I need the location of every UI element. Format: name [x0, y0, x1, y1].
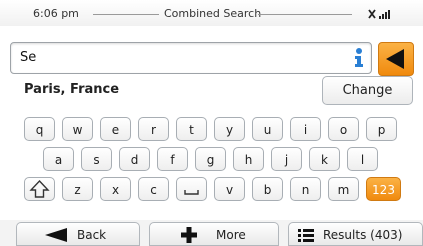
more-label: More	[216, 228, 246, 242]
list-icon	[298, 229, 314, 242]
search-input[interactable]: Se	[10, 42, 372, 74]
key-i[interactable]: i	[290, 117, 321, 141]
key-s[interactable]: s	[81, 147, 112, 171]
key-c[interactable]: c	[138, 177, 169, 201]
key-v[interactable]: v	[214, 177, 245, 201]
back-arrow-icon	[45, 228, 67, 242]
status-divider-left	[93, 14, 159, 15]
key-g[interactable]: g	[195, 147, 226, 171]
key-e[interactable]: e	[100, 117, 131, 141]
key-a[interactable]: a	[43, 147, 74, 171]
space-key[interactable]	[176, 177, 207, 201]
satellite-signal-icon	[368, 9, 390, 19]
back-button[interactable]: Back	[16, 222, 140, 246]
key-p[interactable]: p	[366, 117, 397, 141]
key-n[interactable]: n	[290, 177, 321, 201]
results-button[interactable]: Results (403)	[288, 222, 423, 246]
key-l[interactable]: l	[347, 147, 378, 171]
info-person-icon[interactable]	[349, 47, 369, 69]
key-h[interactable]: h	[233, 147, 264, 171]
key-u[interactable]: u	[252, 117, 283, 141]
space-bar-icon	[184, 190, 199, 195]
backspace-button[interactable]	[378, 42, 414, 76]
key-k[interactable]: k	[309, 147, 340, 171]
shift-arrow-icon	[29, 179, 50, 198]
key-w[interactable]: w	[62, 117, 93, 141]
key-q[interactable]: q	[24, 117, 55, 141]
key-m[interactable]: m	[328, 177, 359, 201]
key-f[interactable]: f	[157, 147, 188, 171]
key-y[interactable]: y	[214, 117, 245, 141]
selected-location: Paris, France	[24, 82, 120, 97]
key-r[interactable]: r	[138, 117, 169, 141]
status-time: 6:06 pm	[33, 7, 79, 20]
key-o[interactable]: o	[328, 117, 359, 141]
key-t[interactable]: t	[176, 117, 207, 141]
screen-title: Combined Search	[164, 7, 262, 20]
plus-icon	[181, 227, 197, 243]
back-label: Back	[77, 228, 107, 242]
key-j[interactable]: j	[271, 147, 302, 171]
change-button[interactable]: Change	[322, 76, 413, 105]
key-x[interactable]: x	[100, 177, 131, 201]
status-bar: 6:06 pm Combined Search	[0, 0, 423, 26]
results-label: Results (403)	[323, 228, 403, 242]
more-button[interactable]: More	[149, 222, 279, 246]
key-b[interactable]: b	[252, 177, 283, 201]
search-input-value: Se	[20, 50, 37, 65]
numbers-key[interactable]: 123	[366, 177, 401, 201]
shift-key[interactable]	[24, 177, 55, 201]
status-divider-right	[258, 14, 352, 15]
backspace-arrow-icon	[386, 49, 404, 69]
key-z[interactable]: z	[62, 177, 93, 201]
key-d[interactable]: d	[119, 147, 150, 171]
